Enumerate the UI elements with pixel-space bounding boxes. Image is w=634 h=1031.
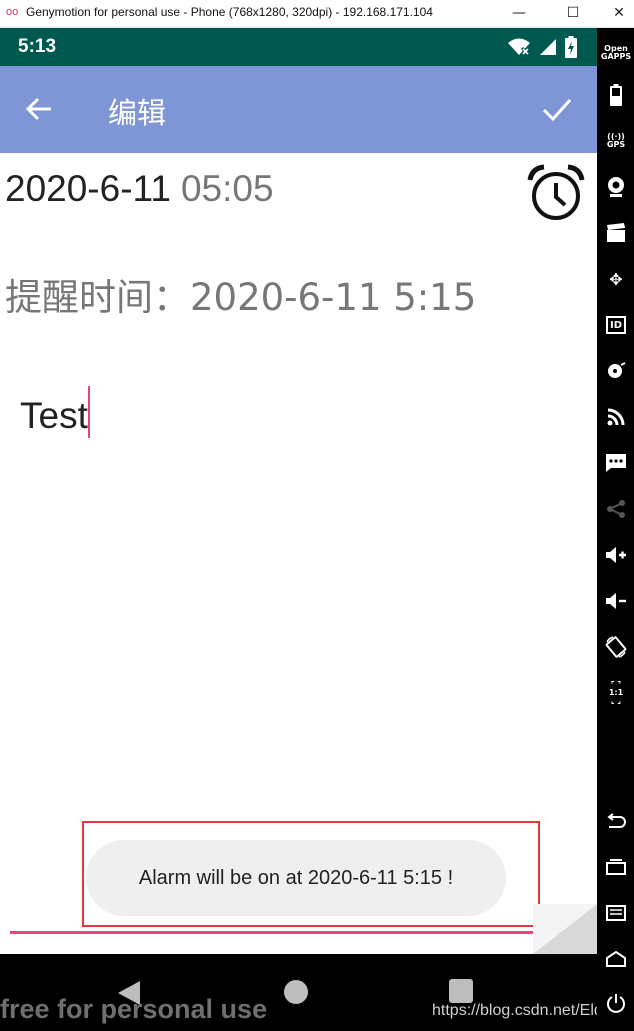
note-content-input[interactable]: Test (20, 386, 90, 438)
genymotion-logo-icon: oo (6, 6, 19, 18)
scale-label: 1:1 (608, 688, 624, 697)
app-bar-title: 编辑 (108, 96, 167, 130)
recent-apps-icon[interactable] (603, 854, 629, 880)
id-icon[interactable]: ID (603, 312, 629, 338)
camera-icon[interactable] (603, 174, 629, 200)
volume-down-shape (606, 593, 626, 609)
home-icon[interactable] (603, 946, 629, 972)
menu-shape (606, 905, 626, 921)
volume-down-icon[interactable] (603, 588, 629, 614)
clapper-shape (607, 223, 625, 242)
recent-apps-shape (606, 859, 626, 875)
battery-icon (565, 36, 577, 58)
power-shape (607, 994, 625, 1013)
power-icon[interactable] (603, 990, 629, 1016)
note-content-text: Test (20, 395, 88, 436)
disk-shape (608, 362, 626, 378)
move-icon[interactable]: ✥ (603, 266, 629, 292)
status-bar: 5:13 (0, 28, 597, 66)
disk-icon[interactable] (603, 358, 629, 384)
maximize-button[interactable]: ☐ (558, 0, 588, 26)
sms-shape (606, 454, 626, 472)
battery-shape (610, 84, 622, 106)
status-time: 5:13 (18, 36, 57, 57)
back-arrow-icon[interactable] (24, 94, 54, 124)
android-screen: 5:13 编辑 2020-6-11 05:05 提醒时间：2020-6-11 5… (0, 28, 597, 954)
personal-use-watermark: free for personal use (0, 994, 268, 1024)
note-datetime: 2020-6-11 05:05 (5, 168, 274, 210)
sms-icon[interactable] (603, 450, 629, 476)
close-window-button[interactable]: ✕ (604, 0, 634, 26)
back-shape (607, 813, 626, 828)
opengapps-icon[interactable]: Open GAPPS (600, 40, 632, 66)
volume-up-shape (606, 547, 626, 563)
id-label: ID (606, 316, 626, 334)
nav-recents-icon[interactable] (449, 979, 473, 1003)
share-icon[interactable] (603, 496, 629, 522)
rss-shape (607, 408, 625, 426)
minimize-icon: — (512, 5, 526, 21)
webcam-shape (608, 177, 624, 197)
toast-message: Alarm will be on at 2020-6-11 5:15 ! (86, 840, 506, 916)
rotate-icon[interactable] (603, 634, 629, 660)
media-icon[interactable] (603, 220, 629, 246)
window-titlebar: oo Genymotion for personal use - Phone (… (0, 0, 634, 28)
opengapps-label-line2: GAPPS (600, 52, 632, 61)
wifi-icon (508, 38, 531, 57)
input-underline (10, 931, 582, 934)
scale-icon[interactable]: ⌜ ⌝ 1:1 ⌞ ⌟ (603, 680, 629, 706)
close-icon: ✕ (613, 5, 625, 21)
checkmark-icon[interactable] (541, 94, 573, 124)
rotate-shape (605, 636, 627, 658)
minimize-button[interactable]: — (504, 0, 534, 26)
rss-icon[interactable] (603, 404, 629, 430)
gps-label: GPS (606, 140, 626, 149)
reminder-time: 提醒时间：2020-6-11 5:15 (5, 276, 477, 319)
status-icons (507, 36, 577, 58)
app-bar: 编辑 (0, 66, 597, 153)
text-cursor (87, 386, 90, 438)
share-shape (607, 500, 625, 518)
genymotion-sidebar: Open GAPPS ((·)) GPS ✥ ID ⌜ ⌝ 1:1 ⌞ ⌟ (597, 28, 634, 1031)
window-title: Genymotion for personal use - Phone (768… (26, 5, 433, 19)
battery-icon[interactable] (603, 82, 629, 108)
home-shape (606, 951, 626, 967)
back-icon[interactable] (603, 808, 629, 834)
nav-home-icon[interactable] (284, 980, 308, 1004)
note-time: 05:05 (180, 168, 274, 209)
menu-icon[interactable] (603, 900, 629, 926)
volume-up-icon[interactable] (603, 542, 629, 568)
gps-icon[interactable]: ((·)) GPS (603, 128, 629, 154)
note-date: 2020-6-11 (5, 168, 171, 209)
alarm-clock-icon[interactable] (526, 164, 586, 222)
signal-icon (540, 39, 556, 55)
maximize-icon: ☐ (566, 5, 580, 21)
corner-fold-icon[interactable] (533, 904, 597, 954)
